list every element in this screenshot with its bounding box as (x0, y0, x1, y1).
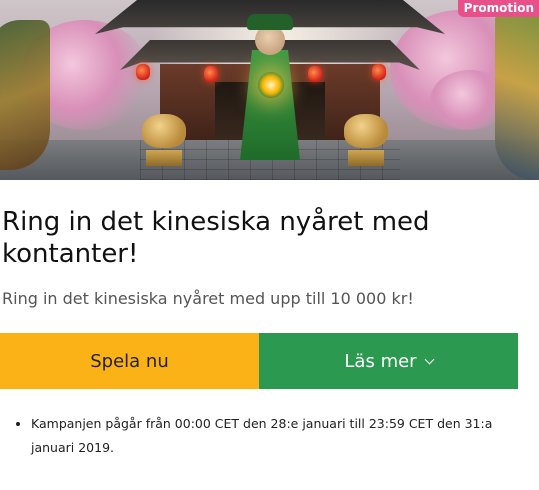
read-more-label: Läs mer (344, 350, 417, 372)
terms-list: Kampanjen pågår från 00:00 CET den 28:e … (14, 412, 521, 460)
promo-hero-image: Promotion (0, 0, 539, 180)
golden-pig-statue-icon (142, 114, 186, 148)
red-lantern-icon (136, 64, 150, 80)
pig-pedestal (146, 150, 182, 166)
dragon-statue-icon (0, 20, 50, 170)
terms-item: Kampanjen pågår från 00:00 CET den 28:e … (31, 412, 521, 460)
promo-subtitle: Ring in det kinesiska nyåret med upp til… (2, 289, 414, 308)
red-lantern-icon (372, 64, 386, 80)
pig-pedestal (348, 150, 384, 166)
glowing-orb-icon (258, 72, 284, 98)
red-lantern-icon (308, 66, 322, 82)
promotion-badge: Promotion (457, 0, 539, 17)
red-lantern-icon (204, 66, 218, 82)
chevron-down-icon (424, 354, 435, 364)
dragon-statue-icon (495, 10, 539, 180)
read-more-button[interactable]: Läs mer (259, 333, 518, 389)
golden-pig-statue-icon (344, 114, 388, 148)
promo-title: Ring in det kinesiska nyåret med kontant… (2, 207, 430, 269)
play-now-label: Spela nu (90, 350, 169, 372)
play-now-button[interactable]: Spela nu (0, 333, 259, 389)
mr-green-hat (247, 14, 293, 30)
